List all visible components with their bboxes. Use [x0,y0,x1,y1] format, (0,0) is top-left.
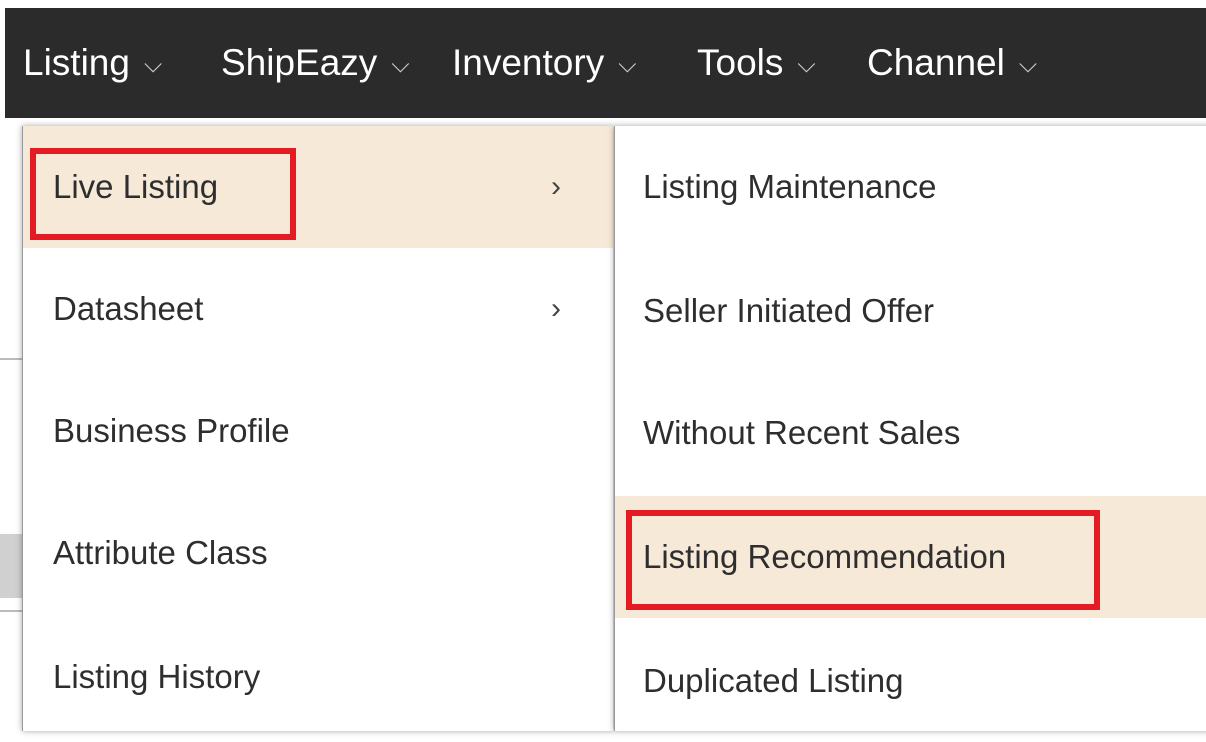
chevron-down-icon: ⌵ [1018,51,1038,78]
menu-item-label: Listing Recommendation [643,538,1007,575]
menu-item-label: Listing History [53,658,261,695]
nav-channel[interactable]: Channel ⌵ [867,8,1037,118]
top-navigation-bar: Listing ⌵ ShipEazy ⌵ Inventory ⌵ Tools ⌵… [5,8,1206,118]
menu-item-listing-history[interactable]: Listing History [23,616,613,738]
nav-inventory-label: Inventory [452,42,605,83]
nav-shipeazy[interactable]: ShipEazy ⌵ [221,8,410,118]
chevron-down-icon: ⌵ [797,51,816,78]
menu-item-label: Live Listing [53,168,219,205]
menu-item-label: Seller Initiated Offer [643,292,935,329]
menu-item-business-profile[interactable]: Business Profile [23,370,613,492]
menu-item-label: Listing Maintenance [643,168,937,205]
menu-item-attribute-class[interactable]: Attribute Class [23,492,613,614]
nav-shipeazy-label: ShipEazy [221,42,378,83]
nav-channel-label: Channel [867,42,1005,83]
background-bar [0,534,24,598]
submenu-item-without-recent-sales[interactable]: Without Recent Sales [615,372,1206,494]
menu-item-datasheet[interactable]: Datasheet › [23,248,613,370]
chevron-right-icon: › [551,170,561,203]
background-divider [0,610,24,612]
chevron-right-icon: › [551,292,561,325]
listing-dropdown-menu: Live Listing › Datasheet › Business Prof… [22,126,613,731]
submenu-item-listing-recommendation[interactable]: Listing Recommendation [615,496,1206,618]
submenu-item-duplicated-listing[interactable]: Duplicated Listing [615,620,1206,742]
menu-item-label: Attribute Class [53,534,268,571]
submenu-item-seller-initiated-offer[interactable]: Seller Initiated Offer [615,250,1206,372]
nav-inventory[interactable]: Inventory ⌵ [452,8,636,118]
live-listing-submenu: Listing Maintenance Seller Initiated Off… [614,126,1206,731]
chevron-down-icon: ⌵ [618,51,637,78]
submenu-item-listing-maintenance[interactable]: Listing Maintenance [615,126,1206,248]
menu-item-label: Datasheet [53,290,204,327]
menu-item-label: Business Profile [53,412,290,449]
nav-listing[interactable]: Listing ⌵ [23,8,162,118]
nav-listing-label: Listing [23,42,130,83]
chevron-down-icon: ⌵ [143,51,163,78]
menu-item-label: Duplicated Listing [643,662,904,699]
background-divider [0,358,24,360]
nav-tools-label: Tools [697,42,784,83]
nav-tools[interactable]: Tools ⌵ [697,8,816,118]
menu-item-label: Without Recent Sales [643,414,961,451]
chevron-down-icon: ⌵ [391,51,410,78]
menu-item-live-listing[interactable]: Live Listing › [23,126,613,248]
